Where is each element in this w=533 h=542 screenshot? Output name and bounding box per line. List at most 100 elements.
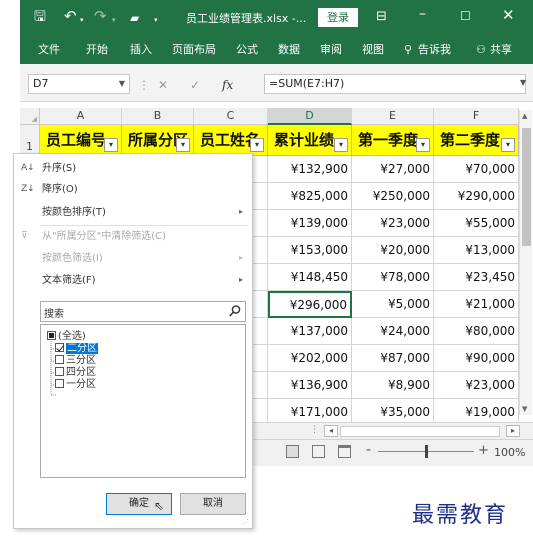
redo-dropdown-icon[interactable]: ▾ (112, 12, 116, 28)
tab-file[interactable]: 文件 (38, 43, 60, 57)
vertical-scroll-thumb[interactable] (522, 128, 531, 246)
column-header-e[interactable]: E (352, 108, 434, 125)
table-cell[interactable]: ¥139,000 (268, 210, 352, 237)
table-cell[interactable]: ¥55,000 (434, 210, 519, 237)
filter-dropdown-icon[interactable]: ▾ (334, 138, 348, 152)
table-cell[interactable]: ¥24,000 (352, 318, 434, 345)
table-cell[interactable]: ¥8,900 (352, 372, 434, 399)
table-cell[interactable]: ¥296,000 (268, 291, 352, 318)
page-break-view-icon[interactable] (338, 445, 351, 458)
zoom-level[interactable]: 100% (494, 446, 525, 459)
header-cell[interactable]: 所属分区 ▾ (122, 125, 194, 156)
save-icon[interactable]: 🖫 (34, 9, 46, 25)
checkbox-icon[interactable] (55, 355, 64, 364)
chevron-down-icon[interactable]: ▼ (119, 75, 125, 93)
close-icon[interactable]: ✕ (502, 7, 515, 23)
tab-formulas[interactable]: 公式 (236, 43, 258, 57)
tab-view[interactable]: 视图 (362, 43, 384, 57)
sort-ascending-item[interactable]: 升序(S) (42, 162, 76, 176)
resize-grip-icon[interactable]: ⋰ (242, 518, 249, 526)
table-cell[interactable]: ¥21,000 (434, 291, 519, 318)
table-cell[interactable]: ¥70,000 (434, 156, 519, 183)
formula-input[interactable]: =SUM(E7:H7) (264, 74, 526, 94)
tab-home[interactable]: 开始 (86, 43, 108, 57)
select-all-corner[interactable]: ◢ (20, 108, 40, 125)
table-cell[interactable]: ¥90,000 (434, 345, 519, 372)
table-cell[interactable]: ¥290,000 (434, 183, 519, 210)
checkbox-checked-icon[interactable] (55, 343, 64, 352)
filter-item[interactable]: 一分区 (55, 379, 96, 391)
undo-dropdown-icon[interactable]: ▾ (80, 12, 84, 28)
ribbon-display-options-icon[interactable]: ⊟ (376, 9, 387, 25)
filter-by-color-item[interactable]: 按颜色筛选(I) (42, 252, 103, 266)
filter-active-icon[interactable]: ▾ (176, 138, 190, 152)
table-cell[interactable]: ¥23,000 (352, 210, 434, 237)
column-header-a[interactable]: A (40, 108, 122, 125)
tell-me-button[interactable]: 告诉我 (418, 43, 451, 57)
table-cell[interactable]: ¥132,900 (268, 156, 352, 183)
column-header-b[interactable]: B (122, 108, 194, 125)
scroll-right-icon[interactable]: ▸ (506, 425, 520, 437)
filter-item-select-all[interactable]: (全选) (47, 331, 86, 343)
header-cell[interactable]: 员工编号 ▾ (40, 125, 122, 156)
scroll-up-icon[interactable]: ▲ (522, 112, 527, 120)
insert-function-icon[interactable]: fx (222, 78, 233, 92)
table-cell[interactable]: ¥148,450 (268, 264, 352, 291)
table-cell[interactable]: ¥23,450 (434, 264, 519, 291)
page-layout-view-icon[interactable] (312, 445, 325, 458)
table-cell[interactable]: ¥27,000 (352, 156, 434, 183)
table-cell[interactable]: ¥78,000 (352, 264, 434, 291)
zoom-in-icon[interactable]: + (478, 443, 489, 458)
checkbox-icon[interactable] (55, 367, 64, 376)
text-filters-item[interactable]: 文本筛选(F) (42, 274, 96, 288)
share-button[interactable]: 共享 (490, 43, 512, 57)
table-cell[interactable]: ¥23,000 (434, 372, 519, 399)
table-cell[interactable]: ¥137,000 (268, 318, 352, 345)
expand-formula-bar-icon[interactable]: ▼ (520, 78, 526, 87)
tab-insert[interactable]: 插入 (130, 43, 152, 57)
filter-item[interactable]: 四分区 (55, 367, 96, 379)
table-cell[interactable]: ¥136,900 (268, 372, 352, 399)
filter-dropdown-icon[interactable]: ▾ (416, 138, 430, 152)
checkbox-icon[interactable] (55, 379, 64, 388)
row-header-1[interactable]: 1 (20, 125, 40, 156)
filter-dropdown-icon[interactable]: ▾ (250, 138, 264, 152)
horizontal-scrollbar[interactable] (340, 426, 500, 437)
table-cell[interactable]: ¥202,000 (268, 345, 352, 372)
scroll-left-icon[interactable]: ◂ (324, 425, 338, 437)
login-button[interactable]: 登录 (318, 8, 358, 27)
column-header-f[interactable]: F (434, 108, 519, 125)
tab-data[interactable]: 数据 (278, 43, 300, 57)
filter-item[interactable]: 三分区 (55, 355, 96, 367)
clear-filter-item[interactable]: 从"所属分区"中清除筛选(C) (42, 230, 166, 244)
table-cell[interactable]: ¥153,000 (268, 237, 352, 264)
filter-search-box[interactable]: 搜索 (40, 301, 246, 322)
table-cell[interactable]: ¥13,000 (434, 237, 519, 264)
cancel-button[interactable]: 取消 (180, 493, 246, 515)
table-cell[interactable]: ¥825,000 (268, 183, 352, 210)
column-header-d[interactable]: D (268, 108, 352, 125)
table-cell[interactable]: ¥20,000 (352, 237, 434, 264)
tab-page-layout[interactable]: 页面布局 (172, 43, 216, 57)
undo-icon[interactable]: ↶ (64, 8, 77, 24)
table-cell[interactable]: ¥80,000 (434, 318, 519, 345)
open-folder-icon[interactable]: ▰ (130, 10, 139, 26)
zoom-out-icon[interactable]: - (366, 442, 371, 458)
header-cell[interactable]: 第二季度 ▾ (434, 125, 519, 156)
scroll-down-icon[interactable]: ▼ (522, 405, 527, 413)
sort-descending-item[interactable]: 降序(O) (42, 183, 78, 197)
column-header-c[interactable]: C (194, 108, 268, 125)
filter-dropdown-icon[interactable]: ▾ (104, 138, 118, 152)
cancel-icon[interactable]: ✕ (158, 78, 168, 92)
table-cell[interactable]: ¥87,000 (352, 345, 434, 372)
enter-icon[interactable]: ✓ (190, 78, 200, 92)
minimize-icon[interactable]: – (419, 6, 426, 22)
vertical-scrollbar[interactable]: ▲ ▼ (519, 110, 532, 415)
maximize-icon[interactable]: ☐ (460, 8, 471, 24)
header-cell[interactable]: 累计业绩 ▾ (268, 125, 352, 156)
filter-item[interactable]: 二分区 (55, 343, 98, 355)
redo-icon[interactable]: ↷ (94, 8, 107, 24)
name-box[interactable]: D7 ▼ (28, 74, 130, 94)
checkbox-partial-icon[interactable] (47, 331, 56, 340)
normal-view-icon[interactable] (286, 445, 299, 458)
